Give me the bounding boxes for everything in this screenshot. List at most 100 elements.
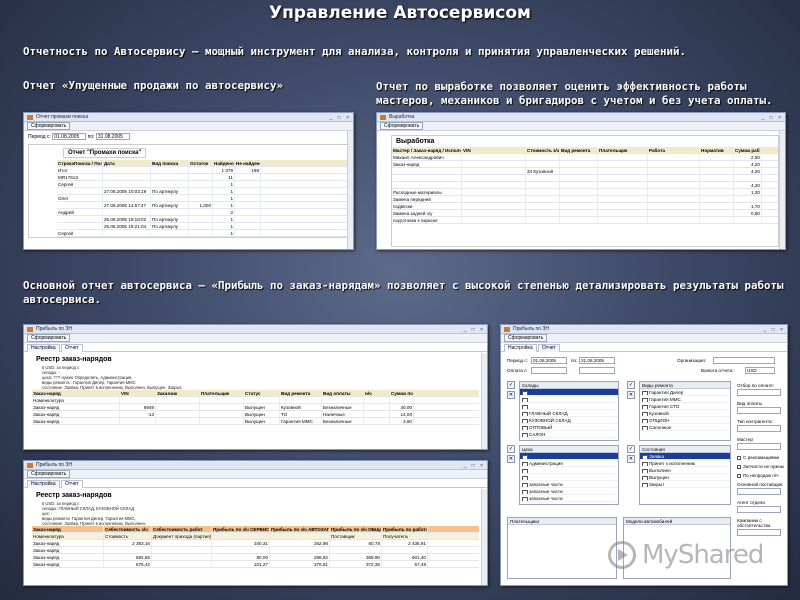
tab-settings[interactable]: Настройка [27, 344, 60, 352]
list-item[interactable] [520, 467, 618, 474]
table-row[interactable]: Олег 1 [57, 195, 348, 202]
table-row[interactable] [392, 175, 778, 182]
list-item[interactable]: ОПЦИОН [640, 417, 730, 424]
table-row[interactable]: Заказ-наряд 675,42 101,27 376,61 372,38 57,48 [32, 561, 479, 568]
column-header[interactable]: Статус [244, 390, 280, 396]
table-row[interactable]: Михаил Александрович 2,50 [392, 154, 778, 161]
window-controls[interactable]: _ □ × [764, 326, 786, 335]
list-item[interactable]: Администрация [520, 460, 618, 467]
column-header[interactable]: Сумма по [390, 390, 414, 396]
column-header[interactable]: н/ч [364, 390, 390, 396]
list-item[interactable]: Выполнен [640, 467, 730, 474]
paid-to-field[interactable] [579, 367, 615, 374]
list-item[interactable] [520, 474, 618, 481]
filter-field[interactable] [737, 529, 781, 536]
list-item[interactable] [520, 396, 618, 403]
column-header[interactable]: Норматив [700, 147, 734, 153]
clear-icon[interactable]: ✕ [627, 455, 635, 463]
table-row[interactable]: Заказ-наряд 2 363,16 340,31 262,98 60,78 2 43… [32, 540, 479, 547]
column-header[interactable]: Вид ремонта [280, 390, 322, 396]
column-header[interactable]: Вид ремонта [560, 147, 598, 153]
column-header[interactable]: Заказ-наряд [32, 526, 104, 532]
tab-report[interactable]: Отчет [61, 344, 83, 352]
list-item[interactable]: запасные части [520, 488, 618, 495]
window-titlebar[interactable]: Прибыль по ЗН _ □ × [24, 461, 487, 470]
table-row[interactable]: Заказ-наряд 592,55 80,00 298,92 369,90 601,40 [32, 554, 479, 561]
vertical-scrollbar[interactable] [347, 131, 353, 249]
list-item[interactable]: ГЛАВНЫЙ СКЛАД [520, 410, 618, 417]
table-row[interactable]: Заказ-наряд [32, 547, 479, 554]
window-titlebar[interactable]: Отчет промахи поиска _ □ × [24, 113, 353, 122]
filter-option[interactable]: Тип контрагента: [737, 419, 785, 437]
column-header[interactable]: Сумма раб [734, 147, 762, 153]
select-all-icon[interactable]: ✓ [627, 445, 635, 453]
list-item[interactable]: запасные части [520, 495, 618, 502]
filter-option[interactable]: Вид оплаты [737, 401, 785, 419]
generate-button[interactable]: Сформировать [27, 122, 71, 130]
table-row[interactable]: Заказ-наряд -13 Выпущен ТО Наличные 14,00 [32, 411, 479, 418]
list-item[interactable]: Гарантия СТО [640, 403, 730, 410]
table-row[interactable]: Итог 1 379 198 [57, 167, 348, 174]
table-row[interactable]: 34 Кузовной 4,20 [392, 168, 778, 175]
tab-settings[interactable]: Настройка [504, 344, 537, 352]
filter-option[interactable]: По непродаж н/ч [737, 473, 785, 482]
list-item[interactable]: Заявка [640, 453, 730, 460]
date-to-field[interactable]: 31.08.2005 [95, 133, 130, 140]
column-header[interactable]: Заказ-наряд [32, 390, 120, 396]
column-header[interactable]: Вид поиска [151, 160, 189, 166]
filter-option[interactable]: Запчасти не нужны [737, 464, 785, 473]
column-header[interactable]: Стоимость з/ч [526, 147, 560, 153]
vertical-scrollbar[interactable] [779, 131, 785, 249]
window-titlebar[interactable]: Прибыль по ЗН _ □ × [501, 325, 787, 334]
filter-option[interactable]: Отбор по оплате: [737, 383, 785, 401]
list-item[interactable]: ОПТОВЫЙ [520, 424, 618, 431]
column-header[interactable]: Плательщик [200, 390, 244, 396]
date-from-field[interactable]: 01.08.2005 [531, 357, 567, 364]
date-to-field[interactable]: 31.08.2005 [579, 357, 615, 364]
list-item[interactable]: Принят к исполнению [640, 460, 730, 467]
table-row[interactable]: 25.08.2005 19:18:02 По артикулу 1 [57, 216, 348, 223]
column-header[interactable]: Найдено [213, 160, 235, 166]
window-controls[interactable]: _ □ × [464, 462, 486, 471]
select-all-icon[interactable]: ✓ [507, 381, 515, 389]
filter-field[interactable] [737, 389, 781, 396]
column-header[interactable]: Заказчик [156, 390, 200, 396]
filter-field[interactable] [737, 506, 781, 513]
clear-icon[interactable]: ✕ [507, 391, 515, 399]
column-header[interactable]: Дата [103, 160, 151, 166]
filter-option[interactable]: Агент отдела [737, 500, 785, 518]
list-item[interactable]: Гарантия ММС [640, 396, 730, 403]
column-header[interactable]: Плательщик [598, 147, 648, 153]
select-all-icon[interactable]: ✓ [507, 445, 515, 453]
table-row[interactable]: 4,20 [392, 182, 778, 189]
column-header[interactable]: VIN [462, 147, 526, 153]
currency-field[interactable]: USD [745, 367, 775, 374]
column-header[interactable]: Не найдено [235, 160, 261, 166]
table-row[interactable]: 27.08.2005 10:03:19 По артикулу 1 [57, 188, 348, 195]
column-header[interactable]: Себестоимость работ [152, 526, 212, 532]
generate-button[interactable]: Сформировать [27, 334, 71, 342]
list-item[interactable]: Закрыт [640, 481, 730, 488]
tab-report[interactable]: Отчет [538, 344, 560, 352]
filter-option[interactable]: Основной поставщик: [737, 482, 785, 500]
column-header[interactable]: Прибыль по з/ч СЕРВИС [212, 526, 270, 532]
list-item[interactable]: запасные части [520, 481, 618, 488]
select-all-icon[interactable]: ✓ [627, 381, 635, 389]
table-row[interactable]: подвески 1,70 [392, 203, 778, 210]
filter-checkbox[interactable] [737, 473, 741, 478]
list-item[interactable] [520, 453, 618, 460]
window-controls[interactable]: _ □ × [762, 114, 784, 123]
table-row[interactable]: Заказ-наряд 6949 Выпущен Кузовной Безналичны… [32, 404, 479, 411]
tab-settings[interactable]: Настройка [27, 480, 60, 488]
filter-option[interactable]: С рекламациями [737, 455, 785, 464]
table-row[interactable]: Номенклатура [32, 397, 479, 404]
column-header[interactable]: Остаток [189, 160, 213, 166]
filter-field[interactable] [737, 407, 781, 414]
table-row[interactable]: Сергей 1 [57, 181, 348, 188]
filter-checkbox[interactable] [737, 464, 741, 469]
filter-field[interactable] [737, 425, 781, 432]
table-row[interactable]: Замена передней [392, 196, 778, 203]
clear-icon[interactable]: ✕ [507, 455, 515, 463]
list-item[interactable]: Выпущен [640, 474, 730, 481]
column-header[interactable]: Прибыль по работам [382, 526, 428, 532]
